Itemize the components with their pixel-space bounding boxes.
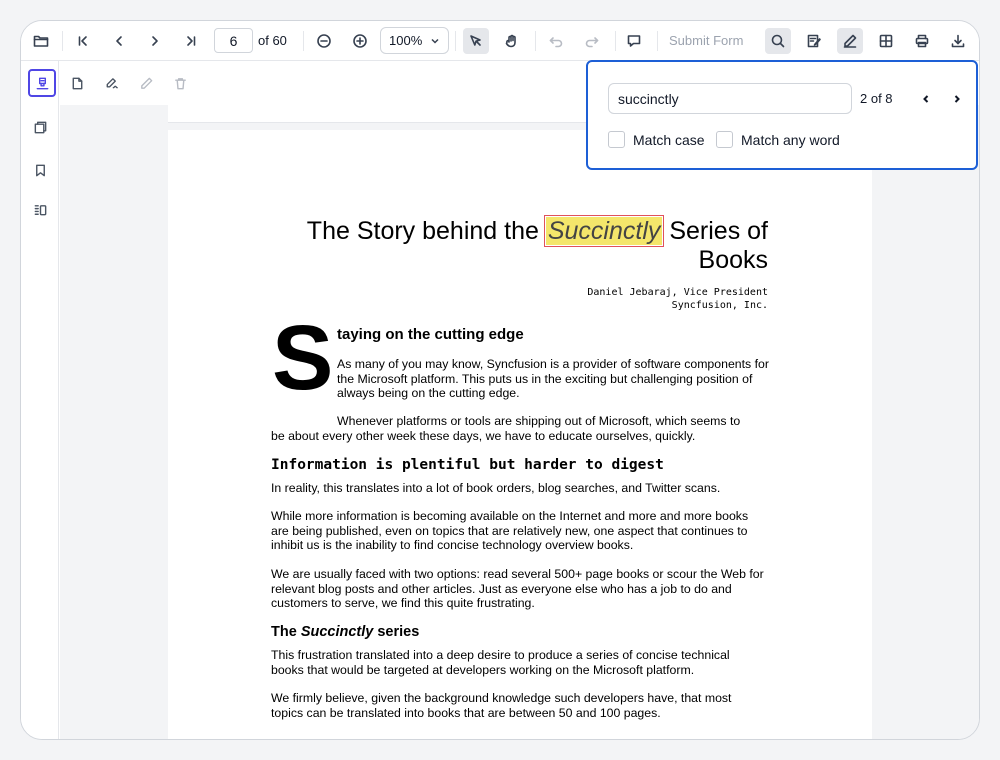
section-heading: Information is plentiful but harder to d… bbox=[271, 457, 664, 473]
match-any-word-checkbox[interactable] bbox=[716, 131, 733, 148]
search-icon[interactable] bbox=[765, 28, 791, 54]
section-heading: taying on the cutting edge bbox=[337, 326, 524, 343]
pan-tool-icon[interactable] bbox=[499, 28, 525, 54]
pdf-viewer: 6 of 60 100% Submit Form The Story behin… bbox=[20, 20, 980, 740]
page-count-label: of 60 bbox=[258, 33, 287, 48]
match-case-checkbox[interactable] bbox=[608, 131, 625, 148]
comment-icon[interactable] bbox=[621, 28, 647, 54]
delete-icon[interactable] bbox=[166, 69, 194, 97]
paragraph: We are usually faced with two options: r… bbox=[271, 567, 764, 611]
toolbar-separator bbox=[657, 31, 658, 51]
previous-match-icon[interactable] bbox=[918, 91, 934, 107]
pdf-page[interactable]: The Story behind the Succinctly Series o… bbox=[168, 130, 872, 739]
zoom-out-icon[interactable] bbox=[311, 28, 337, 54]
annotations-panel-icon[interactable] bbox=[30, 200, 50, 220]
paragraph: Whenever platforms or tools are shipping… bbox=[337, 414, 741, 428]
last-page-icon[interactable] bbox=[178, 28, 204, 54]
annotation-edit-icon[interactable] bbox=[837, 28, 863, 54]
previous-page-icon[interactable] bbox=[106, 28, 132, 54]
zoom-dropdown[interactable]: 100% bbox=[380, 27, 449, 54]
first-page-icon[interactable] bbox=[70, 28, 96, 54]
redo-icon[interactable] bbox=[579, 28, 605, 54]
form-fields-icon[interactable] bbox=[801, 28, 827, 54]
page-number-input[interactable]: 6 bbox=[214, 28, 253, 53]
paragraph: In reality, this translates into a lot o… bbox=[271, 481, 721, 495]
paragraph: This frustration translated into a deep … bbox=[271, 648, 730, 677]
author-block: Daniel Jebaraj, Vice President Syncfusio… bbox=[468, 286, 768, 312]
section-heading: The Succinctly series bbox=[271, 624, 419, 640]
paragraph: be about every other week these days, we… bbox=[271, 429, 696, 443]
zoom-in-icon[interactable] bbox=[347, 28, 373, 54]
search-highlight: Succinctly bbox=[543, 215, 665, 247]
ink-signature-icon[interactable] bbox=[97, 69, 125, 97]
match-case-label: Match case bbox=[633, 132, 705, 148]
match-any-word-label: Match any word bbox=[741, 132, 840, 148]
print-icon[interactable] bbox=[909, 28, 935, 54]
toolbar-separator bbox=[615, 31, 616, 51]
open-file-icon[interactable] bbox=[28, 28, 54, 54]
author-name: Daniel Jebaraj, Vice President bbox=[587, 287, 768, 298]
highlight-tool-icon[interactable] bbox=[28, 69, 56, 97]
author-company: Syncfusion, Inc. bbox=[671, 300, 768, 311]
page-thumbnails-icon[interactable] bbox=[30, 117, 50, 137]
undo-icon[interactable] bbox=[543, 28, 569, 54]
heading-text: series bbox=[373, 624, 420, 640]
toolbar-separator bbox=[62, 31, 63, 51]
document-title: The Story behind the Succinctly Series o… bbox=[288, 215, 768, 275]
heading-text: The bbox=[271, 624, 301, 640]
edit-annotation-icon[interactable] bbox=[132, 69, 160, 97]
toolbar-separator bbox=[455, 31, 456, 51]
drop-cap: S bbox=[272, 307, 334, 409]
search-input[interactable]: succinctly bbox=[608, 83, 852, 114]
copy-text-icon[interactable] bbox=[63, 69, 91, 97]
title-text: Series of Books bbox=[662, 217, 768, 274]
document-viewer[interactable]: The Story behind the Succinctly Series o… bbox=[60, 105, 979, 739]
find-panel: succinctly 2 of 8 Match case Match any w… bbox=[586, 60, 978, 170]
chevron-down-icon bbox=[431, 38, 439, 44]
bookmark-icon[interactable] bbox=[30, 160, 50, 180]
title-text: The Story behind the bbox=[306, 217, 546, 245]
toolbar-separator bbox=[535, 31, 536, 51]
download-icon[interactable] bbox=[945, 28, 971, 54]
selection-tool-icon[interactable] bbox=[463, 28, 489, 54]
next-match-icon[interactable] bbox=[949, 91, 965, 107]
heading-text: Succinctly bbox=[300, 624, 374, 640]
toolbar-separator bbox=[303, 31, 304, 51]
organize-pages-icon[interactable] bbox=[873, 28, 899, 54]
zoom-value: 100% bbox=[389, 33, 423, 48]
next-page-icon[interactable] bbox=[142, 28, 168, 54]
paragraph: We firmly believe, given the background … bbox=[271, 691, 732, 720]
paragraph: While more information is becoming avail… bbox=[271, 509, 749, 553]
search-result-count: 2 of 8 bbox=[860, 91, 893, 106]
main-toolbar: 6 of 60 100% Submit Form bbox=[21, 21, 979, 61]
submit-form-button[interactable]: Submit Form bbox=[669, 33, 743, 48]
left-sidebar bbox=[21, 61, 59, 739]
paragraph: As many of you may know, Syncfusion is a… bbox=[337, 357, 769, 401]
